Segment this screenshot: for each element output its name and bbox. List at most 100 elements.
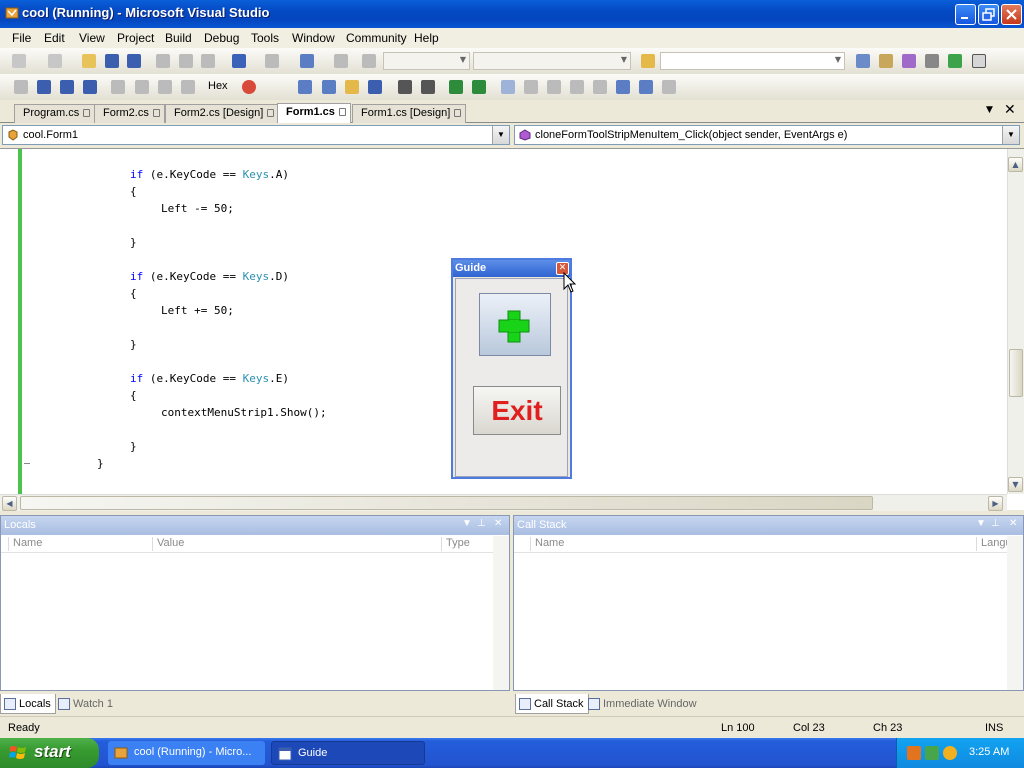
tab-immediate-window[interactable]: Immediate Window	[585, 694, 701, 714]
properties-window-icon[interactable]	[879, 54, 893, 68]
step-over-icon[interactable]	[158, 80, 172, 94]
solution-explorer-icon[interactable]	[856, 54, 870, 68]
show-next-statement-icon[interactable]	[111, 80, 125, 94]
minimize-button[interactable]	[955, 4, 976, 25]
open-file-icon[interactable]	[82, 54, 96, 68]
hex-toggle[interactable]: Hex	[208, 80, 228, 92]
object-browser-icon[interactable]	[902, 54, 916, 68]
breakpoints-icon[interactable]	[242, 80, 256, 94]
parameter-info-icon[interactable]	[368, 80, 382, 94]
menu-help[interactable]: Help	[414, 31, 439, 45]
start-page-icon[interactable]	[948, 54, 962, 68]
command-window-icon[interactable]	[972, 54, 986, 68]
exit-button[interactable]: Exit	[473, 386, 561, 435]
window-position-icon[interactable]: ▼	[462, 518, 472, 529]
close-document-icon[interactable]: ✕	[1004, 102, 1016, 118]
copy-icon[interactable]	[179, 54, 193, 68]
step-into-icon[interactable]	[135, 80, 149, 94]
previous-bookmark-icon[interactable]	[524, 80, 538, 94]
menu-debug[interactable]: Debug	[204, 31, 239, 45]
solution-platform-combo[interactable]: ▼	[473, 52, 631, 70]
find-combo[interactable]: ▼	[660, 52, 845, 70]
menu-edit[interactable]: Edit	[44, 31, 65, 45]
save-icon[interactable]	[105, 54, 119, 68]
redo-icon[interactable]	[265, 54, 279, 68]
member-combo[interactable]: cloneFormToolStripMenuItem_Click(object …	[514, 125, 1020, 145]
tab-form2-design[interactable]: Form2.cs [Design]	[165, 104, 280, 123]
guide-title-bar[interactable]: Guide ✕	[453, 260, 570, 277]
save-all-icon[interactable]	[127, 54, 141, 68]
scroll-up-button[interactable]: ▲	[1008, 157, 1023, 172]
class-combo[interactable]: cool.Form1 ▼	[2, 125, 510, 145]
menu-view[interactable]: View	[79, 31, 105, 45]
clear-bookmarks-icon[interactable]	[662, 80, 676, 94]
scroll-right-button[interactable]: ▶	[988, 496, 1003, 511]
scroll-thumb[interactable]	[20, 496, 873, 510]
active-files-dropdown-icon[interactable]: ▼	[986, 105, 993, 115]
call-stack-window[interactable]: Call Stack ▼ ⊥ ✕ Name Langu	[513, 515, 1024, 691]
start-button[interactable]: start	[0, 738, 99, 768]
next-bookmark-folder-icon[interactable]	[593, 80, 607, 94]
network-icon[interactable]	[925, 746, 939, 760]
outline-collapse-mark[interactable]	[24, 463, 30, 464]
new-project-icon[interactable]	[12, 54, 26, 68]
title-bar[interactable]: cool (Running) - Microsoft Visual Studio	[0, 0, 1024, 28]
column-header[interactable]: Name	[530, 537, 564, 551]
call-stack-scrollbar[interactable]	[1007, 536, 1023, 690]
find-in-files-icon[interactable]	[641, 54, 655, 68]
toolbox-icon[interactable]	[925, 54, 939, 68]
start-debugging-icon[interactable]	[362, 54, 376, 68]
locals-window[interactable]: Locals ▼ ⊥ ✕ Name Value Type	[0, 515, 510, 691]
editor-horizontal-scrollbar[interactable]: ◀ ▶	[0, 494, 1007, 511]
tab-watch-1[interactable]: Watch 1	[55, 694, 117, 714]
restart-icon[interactable]	[83, 80, 97, 94]
guide-window[interactable]: Guide ✕ Exit	[451, 258, 572, 479]
menu-tools[interactable]: Tools	[251, 31, 279, 45]
navigate-forward-icon[interactable]	[334, 54, 348, 68]
tray-app-icon[interactable]	[907, 746, 921, 760]
toggle-bookmark-icon[interactable]	[501, 80, 515, 94]
tab-form1-design[interactable]: Form1.cs [Design]	[352, 104, 467, 123]
window-position-icon[interactable]: ▼	[976, 518, 986, 529]
tab-program-cs[interactable]: Program.cs	[14, 104, 96, 123]
next-bookmark-document-icon[interactable]	[639, 80, 653, 94]
stop-debugging-icon[interactable]	[60, 80, 74, 94]
locals-header[interactable]: Locals ▼ ⊥ ✕	[1, 516, 509, 535]
class-view-icon[interactable]	[322, 80, 336, 94]
search-icon[interactable]	[943, 746, 957, 760]
indicator-margin[interactable]	[0, 149, 20, 494]
tab-form1-cs[interactable]: Form1.cs	[277, 103, 351, 124]
menu-build[interactable]: Build	[165, 31, 192, 45]
step-out-icon[interactable]	[181, 80, 195, 94]
menu-window[interactable]: Window	[292, 31, 335, 45]
navigate-backward-icon[interactable]	[300, 54, 314, 68]
close-icon[interactable]: ✕	[494, 518, 502, 529]
break-all-icon[interactable]	[37, 80, 51, 94]
continue-icon[interactable]	[14, 80, 28, 94]
editor-vertical-scrollbar[interactable]: ▲ ▼	[1007, 149, 1024, 494]
menu-file[interactable]: File	[12, 31, 31, 45]
call-stack-header[interactable]: Call Stack ▼ ⊥ ✕	[514, 516, 1023, 535]
add-button[interactable]	[479, 293, 551, 356]
previous-bookmark-folder-icon[interactable]	[570, 80, 584, 94]
column-header[interactable]: Value	[152, 537, 184, 551]
close-icon[interactable]: ✕	[1009, 518, 1017, 529]
taskbar-item-guide[interactable]: Guide	[271, 741, 425, 765]
uncomment-lines-icon[interactable]	[472, 80, 486, 94]
taskbar-item-visual-studio[interactable]: cool (Running) - Micro...	[108, 741, 265, 765]
add-item-icon[interactable]	[48, 54, 62, 68]
paste-icon[interactable]	[201, 54, 215, 68]
undo-icon[interactable]	[232, 54, 246, 68]
restore-button[interactable]	[978, 4, 999, 25]
tab-form2-cs[interactable]: Form2.cs	[94, 104, 165, 123]
object-browser-toolbar-icon[interactable]	[298, 80, 312, 94]
comment-lines-icon[interactable]	[449, 80, 463, 94]
previous-bookmark-document-icon[interactable]	[616, 80, 630, 94]
close-button[interactable]	[1001, 4, 1022, 25]
scroll-thumb[interactable]	[1009, 349, 1023, 397]
solution-configuration-combo[interactable]: ▼	[383, 52, 470, 70]
cut-icon[interactable]	[156, 54, 170, 68]
scroll-left-button[interactable]: ◀	[2, 496, 17, 511]
tab-locals[interactable]: Locals	[0, 694, 56, 714]
next-bookmark-icon[interactable]	[547, 80, 561, 94]
